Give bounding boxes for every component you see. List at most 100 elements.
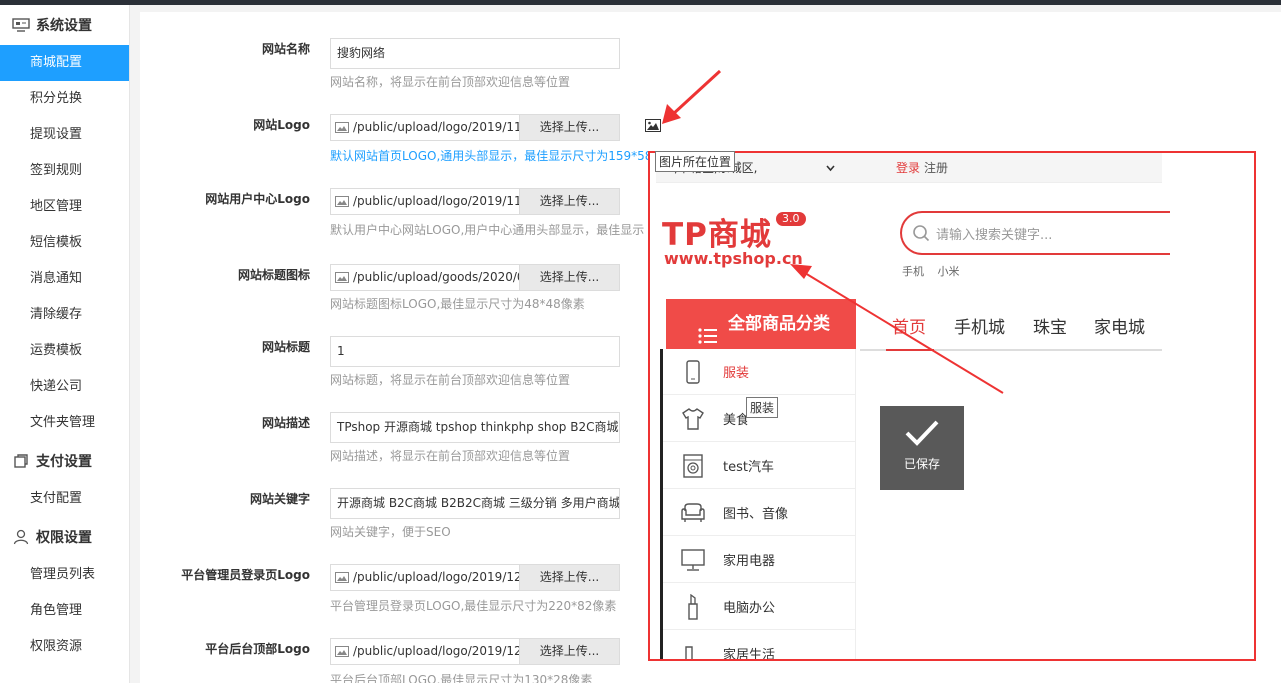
- sidebar: 系统设置 商城配置 积分兑换 提现设置 签到规则 地区管理 短信模板 消息通知 …: [0, 5, 130, 683]
- choose-upload-button[interactable]: 选择上传...: [519, 639, 619, 664]
- image-location-tooltip: 图片所在位置: [655, 151, 736, 172]
- saved-toast: 已保存: [880, 406, 964, 490]
- field-label: 网站用户中心Logo: [205, 192, 310, 206]
- field-hint: 网站描述，将显示在前台顶部欢迎信息等位置: [330, 449, 571, 463]
- file-path: /public/upload/logo/2019/12-: [353, 644, 519, 658]
- image-icon: [331, 639, 353, 664]
- preview-hot-words: 手机 小米: [902, 263, 970, 279]
- site-keywords-input[interactable]: 开源商城 B2C商城 B2B2C商城 三级分销 多用户商城: [330, 488, 620, 519]
- user-icon: [12, 529, 30, 545]
- monitor-icon: [12, 17, 30, 33]
- chevron-down-icon: [826, 153, 835, 194]
- site-title-input[interactable]: 1: [330, 336, 620, 367]
- phone-icon: [663, 359, 723, 384]
- category-label: 家用电器: [723, 554, 776, 569]
- field-hint: 平台后台顶部LOGO,最佳显示尺寸为130*28像素: [330, 673, 593, 683]
- image-icon: [331, 265, 353, 290]
- field-hint: 网站标题图标LOGO,最佳显示尺寸为48*48像素: [330, 297, 585, 311]
- user-logo-upload: /public/upload/logo/2019/11- 选择上传...: [330, 188, 620, 215]
- file-path: /public/upload/logo/2019/11-: [353, 194, 519, 208]
- field-label: 网站描述: [261, 416, 310, 430]
- admin-login-logo-upload: /public/upload/logo/2019/12- 选择上传...: [330, 564, 620, 591]
- sidebar-item-notify[interactable]: 消息通知: [0, 261, 129, 297]
- sidebar-item-roles[interactable]: 角色管理: [0, 593, 129, 629]
- preview-nav-phone: 手机城: [954, 318, 1005, 338]
- file-path: /public/upload/logo/2019/11-: [353, 120, 519, 134]
- preview-all-categories: 全部商品分类: [666, 299, 856, 349]
- category-item: 服装: [663, 349, 856, 395]
- field-label: 网站Logo: [253, 118, 310, 132]
- sidebar-item-region[interactable]: 地区管理: [0, 189, 129, 225]
- image-icon: [331, 565, 353, 590]
- field-hint: 默认用户中心网站LOGO,用户中心通用头部显示，最佳显示: [330, 223, 645, 237]
- choose-upload-button[interactable]: 选择上传...: [519, 115, 619, 140]
- wallet-icon: [12, 453, 30, 469]
- image-preview-icon[interactable]: [645, 119, 661, 132]
- checkmark-icon: [905, 420, 939, 446]
- sidebar-item-express[interactable]: 快递公司: [0, 369, 129, 405]
- sidebar-item-admin-list[interactable]: 管理员列表: [0, 557, 129, 593]
- sidebar-item-shipping[interactable]: 运费模板: [0, 333, 129, 369]
- sidebar-item-mall-config[interactable]: 商城配置: [0, 45, 129, 81]
- choose-upload-button[interactable]: 选择上传...: [519, 265, 619, 290]
- preview-nav-active-underline: [886, 349, 934, 351]
- sidebar-item-folder[interactable]: 文件夹管理: [0, 405, 129, 441]
- sidebar-group-pay[interactable]: 支付设置: [0, 441, 129, 481]
- field-hint: 默认网站首页LOGO,通用头部显示，最佳显示尺寸为159*58: [330, 149, 653, 163]
- category-item: 图书、音像: [663, 490, 856, 536]
- sidebar-item-cache[interactable]: 清除缓存: [0, 297, 129, 333]
- admin-top-logo-upload: /public/upload/logo/2019/12- 选择上传...: [330, 638, 620, 665]
- preview-category-list: 服装 美食 test汽车 图书、音像 家用电器 电脑办公 家居生活: [660, 349, 856, 661]
- category-label: test汽车: [723, 460, 774, 475]
- preview-nav-home: 首页: [892, 318, 926, 338]
- choose-upload-button[interactable]: 选择上传...: [519, 189, 619, 214]
- preview-nav-appliance: 家电城: [1094, 318, 1145, 338]
- hot-word: 小米: [937, 265, 960, 278]
- search-icon: [912, 224, 930, 246]
- sidebar-group-auth[interactable]: 权限设置: [0, 517, 129, 557]
- sidebar-item-withdraw[interactable]: 提现设置: [0, 117, 129, 153]
- preview-register-link: 注册: [924, 161, 949, 175]
- sidebar-group-label: 系统设置: [36, 18, 92, 34]
- site-desc-input[interactable]: TPshop 开源商城 tpshop thinkphp shop B2C商城 B…: [330, 412, 620, 443]
- sidebar-group-system[interactable]: 系统设置: [0, 5, 129, 45]
- tshirt-icon: [663, 407, 723, 430]
- choose-upload-button[interactable]: 选择上传...: [519, 565, 619, 590]
- file-path: /public/upload/goods/2020/0: [353, 270, 519, 284]
- field-label: 网站标题: [261, 340, 310, 354]
- preview-logo-text: TP商城: [662, 217, 772, 253]
- lipstick-icon: [663, 593, 723, 620]
- sidebar-item-signin[interactable]: 签到规则: [0, 153, 129, 189]
- home-icon: [663, 643, 723, 659]
- image-icon: [331, 115, 353, 140]
- site-name-input[interactable]: 搜豹网络: [330, 38, 620, 69]
- field-hint: 网站标题，将显示在前台顶部欢迎信息等位置: [330, 373, 571, 387]
- file-path: /public/upload/logo/2019/12-: [353, 570, 519, 584]
- sidebar-item-points[interactable]: 积分兑换: [0, 81, 129, 117]
- category-label: 家居生活: [723, 648, 776, 661]
- toast-text: 已保存: [903, 457, 940, 471]
- field-hint: 网站关键字，便于SEO: [330, 525, 451, 539]
- sidebar-group-label: 权限设置: [36, 530, 92, 546]
- category-item: 家居生活: [663, 631, 856, 661]
- sidebar-item-permissions[interactable]: 权限资源: [0, 629, 129, 665]
- sidebar-group-label: 支付设置: [36, 454, 92, 470]
- preview-version-badge: 3.0: [776, 212, 806, 226]
- field-label: 网站标题图标: [237, 268, 310, 282]
- sidebar-item-pay-config[interactable]: 支付配置: [0, 481, 129, 517]
- preview-nav-jewelry: 珠宝: [1033, 318, 1067, 338]
- title-icon-upload: /public/upload/goods/2020/0 选择上传...: [330, 264, 620, 291]
- category-label: 图书、音像: [723, 507, 789, 522]
- hot-word: 手机: [902, 265, 924, 278]
- sidebar-item-sms[interactable]: 短信模板: [0, 225, 129, 261]
- field-label: 网站名称: [261, 42, 310, 56]
- image-icon: [331, 189, 353, 214]
- category-label: 电脑办公: [723, 601, 776, 616]
- category-item: test汽车: [663, 443, 856, 489]
- field-label: 平台后台顶部Logo: [205, 642, 310, 656]
- category-tooltip: 服装: [746, 397, 779, 418]
- category-item: 电脑办公: [663, 584, 856, 630]
- site-logo-upload: /public/upload/logo/2019/11- 选择上传...: [330, 114, 620, 141]
- category-label: 服装: [723, 366, 750, 381]
- field-label: 平台管理员登录页Logo: [181, 568, 310, 582]
